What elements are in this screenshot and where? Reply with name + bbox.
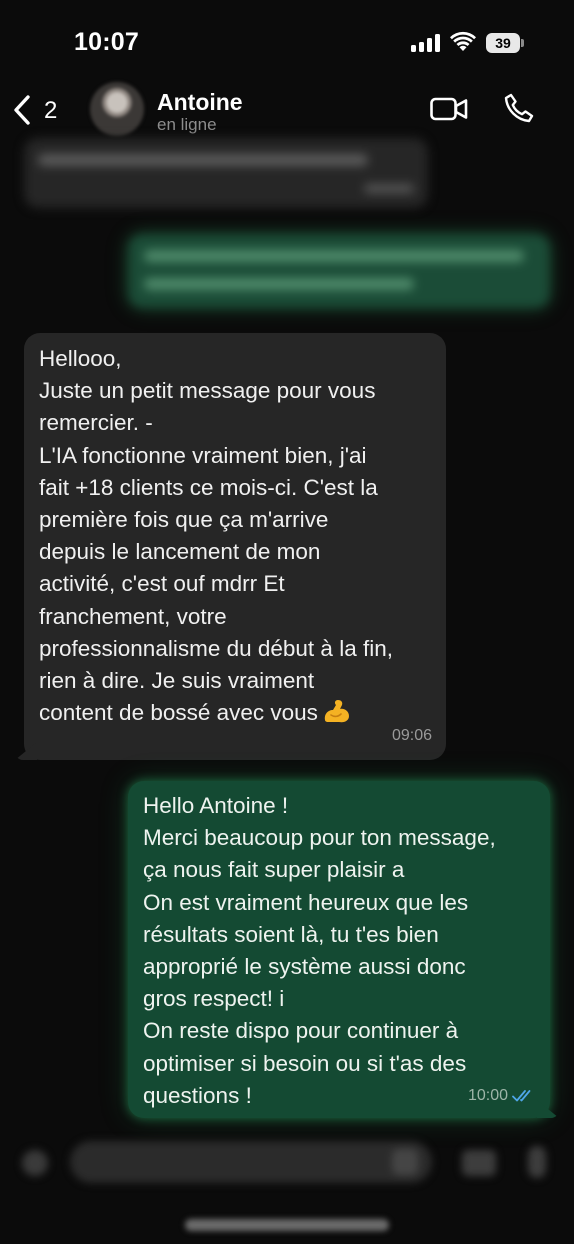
read-receipt-double-check-icon [512,1089,531,1102]
attach-plus-icon[interactable] [22,1150,48,1176]
contact-status: en ligne [157,115,217,134]
message-line: franchement, votre [39,603,227,629]
unread-chats-count[interactable]: 2 [44,97,57,125]
message-line: ça nous fait super plaisir a [143,857,405,883]
battery-level: 39 [486,33,520,53]
phone-call-icon[interactable] [503,92,535,124]
message-line: rien à dire. Je suis vraiment [39,668,315,694]
message-line: Hello Antoine ! [143,793,289,818]
battery-icon: 39 [486,33,524,53]
message-line: On reste dispo pour continuer à [143,1018,459,1044]
message-text: content de bossé avec vous [39,700,318,726]
message-line: première fois que ça m'arrive [39,507,329,533]
message-line: L'IA fonctionne vraiment bien, j'ai [39,442,367,468]
incoming-message-bubble[interactable]: Hellooo, Juste un petit message pour vou… [15,333,446,760]
contact-name[interactable]: Antoine [157,89,243,116]
message-meta: 10:00 [468,1080,536,1112]
message-line: Merci beaucoup pour ton message, [143,825,496,851]
chat-header: 2 Antoine en ligne [0,80,574,144]
message-line: fait +18 clients ce mois-ci. C'est la [39,474,378,500]
blurred-incoming-message [24,138,428,208]
message-input[interactable] [70,1141,432,1183]
message-line: Juste un petit message pour vous [39,378,376,404]
contact-avatar[interactable] [90,82,144,136]
message-input-bar [0,1128,574,1198]
home-indicator[interactable] [185,1219,389,1231]
camera-icon[interactable] [462,1150,496,1176]
back-chevron-icon[interactable] [12,94,32,126]
message-line: approprié le système aussi donc [143,954,466,980]
message-line: depuis le lancement de mon [39,539,321,565]
status-bar: 10:07 39 [0,0,574,80]
message-time: 10:00 [467,1086,508,1104]
message-line: activité, c'est ouf mdrr Et [39,571,285,597]
message-time: 09:06 [391,726,432,744]
message-line: optimiser si besoin ou si t'as des [143,1050,467,1076]
blurred-outgoing-message [128,234,550,308]
message-line: On est vraiment heureux que les [143,889,469,915]
message-line: Hellooo, [39,346,122,371]
status-time: 10:07 [74,28,139,56]
message-line: professionnalisme du début à la fin, [39,635,393,661]
microphone-icon[interactable] [528,1146,546,1178]
sticker-icon[interactable] [392,1149,418,1175]
outgoing-message-bubble[interactable]: Hello Antoine ! Merci beaucoup pour ton … [128,781,559,1118]
message-line: gros respect! i [143,986,285,1012]
video-call-icon[interactable] [430,95,468,123]
message-line: remercier. - [39,410,153,436]
flexed-biceps-emoji-icon [324,700,349,723]
message-line: résultats soient là, tu t'es bien [143,921,439,947]
message-line-last: content de bossé avec vous [39,697,434,729]
cellular-signal-icon [411,34,441,52]
wifi-icon [450,31,476,51]
